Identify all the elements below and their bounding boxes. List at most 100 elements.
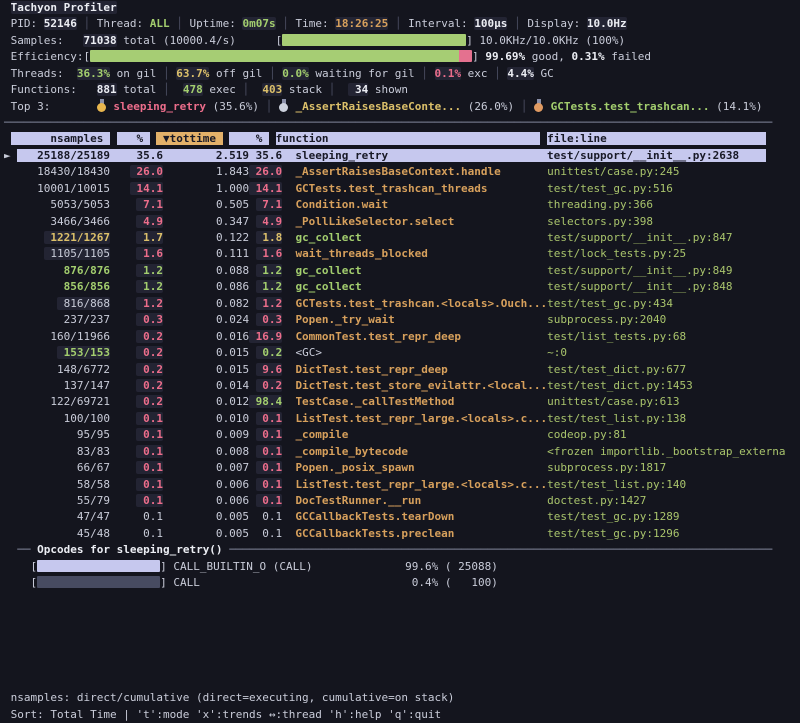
file-line-cell: test/test_dict.py:1453 — [547, 379, 693, 392]
pct-direct-cell: 0.1 — [136, 428, 163, 441]
samples-khz: 10.0KHz/10.0KHz (100%) — [479, 34, 625, 47]
opcode-bar — [37, 560, 160, 572]
table-row[interactable]: 148/6772 0.2 0.015 9.6 DictTest.test_rep… — [4, 362, 686, 378]
selected-row-text[interactable]: 25188/25189 35.6 2.519 35.6 sleeping_ret… — [17, 149, 765, 162]
function-name-cell: Condition.wait — [295, 197, 547, 213]
function-name-cell: _PollLikeSelector.select — [295, 214, 547, 230]
function-name-cell: Popen._try_wait — [295, 312, 547, 328]
table-row-selected[interactable]: ► 25188/25189 35.6 2.519 35.6 sleeping_r… — [4, 148, 766, 164]
tottime-cell: 0.006 — [163, 494, 249, 507]
table-row[interactable]: 122/69721 0.2 0.012 98.4 TestCase._callT… — [4, 394, 680, 410]
table-row[interactable]: 153/153 0.2 0.015 0.2 <GC> ~:0 — [4, 345, 567, 361]
separator-pipe: │ — [494, 67, 501, 80]
separator-pipe: │ — [507, 17, 527, 30]
file-line-cell: test/test_gc.py:1296 — [547, 527, 679, 540]
thread-value: ALL — [150, 17, 170, 30]
table-row[interactable]: 58/58 0.1 0.006 0.1 ListTest.test_repr_l… — [4, 477, 686, 493]
column-header-nsamples[interactable]: nsamples — [11, 132, 110, 145]
tottime-cell: 0.016 — [163, 330, 249, 343]
thread-stat-label: GC — [534, 67, 554, 80]
samples-bar — [282, 34, 466, 46]
keyboard-hints: Sort: Total Time | 't':mode 'x':trends ↔… — [4, 708, 441, 721]
function-name-cell: GCTests.test_trashcan.<locals>.Ouch... — [295, 296, 547, 312]
tottime-cell: 0.005 — [163, 510, 249, 523]
table-row[interactable]: 237/237 0.3 0.024 0.3 Popen._try_wait su… — [4, 312, 666, 328]
pct-direct-cell: 26.0 — [130, 165, 163, 178]
pct-cumulative-cell: 0.1 — [256, 412, 283, 425]
nsamples-cell: 18430/18430 — [17, 165, 110, 178]
file-line-cell: ~:0 — [547, 346, 567, 359]
top3-label: Top 3: — [4, 100, 97, 113]
column-header-pct-cumulative[interactable]: % — [229, 132, 269, 145]
pct-cumulative-cell: 1.6 — [256, 247, 283, 260]
table-row[interactable]: 18430/18430 26.0 1.843 26.0 _AssertRaise… — [4, 164, 680, 180]
pct-direct-cell: 1.2 — [136, 297, 163, 310]
opcode-row: [] CALL_BUILTIN_O (CALL) 99.6% ( 25088) — [4, 559, 498, 575]
table-row[interactable]: 1221/1267 1.7 0.122 1.8 gc_collect test/… — [4, 230, 733, 246]
table-row[interactable]: 3466/3466 4.9 0.347 4.9 _PollLikeSelecto… — [4, 214, 653, 230]
table-row[interactable]: 10001/10015 14.1 1.000 14.1 GCTests.test… — [4, 181, 673, 197]
separator-line: ────────────────────────────────────────… — [4, 116, 772, 129]
table-header[interactable]: nsamples % ▼tottime % function file:line — [4, 131, 766, 147]
tottime-cell: 0.122 — [163, 231, 249, 244]
file-line-cell: doctest.py:1427 — [547, 494, 646, 507]
table-row[interactable]: 47/47 0.1 0.005 0.1 GCCallbackTests.tear… — [4, 509, 680, 525]
table-row[interactable]: 45/48 0.1 0.005 0.1 GCCallbackTests.prec… — [4, 526, 680, 542]
nsamples-cell: 58/58 — [17, 478, 110, 491]
nsamples-cell: 816/868 — [57, 297, 110, 310]
table-row[interactable]: 66/67 0.1 0.007 0.1 Popen._posix_spawn s… — [4, 460, 666, 476]
opcode-pct: 0.4% ( 100) — [405, 576, 498, 589]
function-stat-value: 478 — [183, 83, 203, 96]
nsamples-cell: 153/153 — [57, 346, 110, 359]
pct-cumulative-cell: 26.0 — [249, 165, 282, 178]
efficiency-label: Efficiency: — [4, 50, 83, 63]
separator-line: ────────────────────────────────────────… — [229, 543, 772, 556]
top-functions-row: Top 3: sleeping_retry (35.6%) │ _AssertR… — [4, 99, 763, 115]
table-row[interactable]: 137/147 0.2 0.014 0.2 DictTest.test_stor… — [4, 378, 693, 394]
pct-cumulative-cell: 1.2 — [256, 280, 283, 293]
nsamples-cell: 45/48 — [17, 527, 110, 540]
table-row[interactable]: 100/100 0.1 0.010 0.1 ListTest.test_repr… — [4, 411, 686, 427]
separator-pipe: │ — [170, 17, 190, 30]
pid-label: PID: — [11, 17, 44, 30]
function-name-cell: _compile_bytecode — [295, 444, 547, 460]
column-header-tottime-sorted[interactable]: ▼tottime — [156, 132, 222, 145]
tachyon-profiler-screen: Tachyon Profiler PID: 52146 │ Thread: AL… — [0, 0, 800, 723]
pct-cumulative-cell: 0.1 — [256, 461, 283, 474]
table-row[interactable]: 55/79 0.1 0.006 0.1 DocTestRunner.__run … — [4, 493, 646, 509]
thread-stat-label: exc — [461, 67, 494, 80]
column-header-file-line[interactable]: file:line — [547, 132, 766, 145]
table-row[interactable]: 83/83 0.1 0.008 0.1 _compile_bytecode <f… — [4, 444, 786, 460]
file-line-cell: test/test_dict.py:677 — [547, 363, 686, 376]
pct-cumulative-cell: 0.3 — [256, 313, 283, 326]
bronze-medal-icon — [534, 99, 544, 112]
tottime-cell: 0.009 — [163, 428, 249, 441]
pct-direct-cell: 4.9 — [136, 215, 163, 228]
function-name-cell: ListTest.test_repr_large.<locals>.c... — [295, 477, 547, 493]
tottime-cell: 0.014 — [163, 379, 249, 392]
legend-text: nsamples: direct/cumulative (direct=exec… — [4, 691, 454, 704]
table-row[interactable]: 160/11966 0.2 0.016 16.9 CommonTest.test… — [4, 329, 686, 345]
pct-direct-cell: 1.7 — [136, 231, 163, 244]
efficiency-row: Efficiency:[] 99.69% good, 0.31% failed — [4, 49, 651, 65]
opcode-row: [] CALL 0.4% ( 100) — [4, 575, 498, 591]
column-header-function[interactable]: function — [276, 132, 541, 145]
table-row[interactable]: 5053/5053 7.1 0.505 7.1 Condition.wait t… — [4, 197, 653, 213]
table-row[interactable]: 95/95 0.1 0.009 0.1 _compile codeop.py:8… — [4, 427, 627, 443]
nsamples-cell: 1105/1105 — [44, 247, 110, 260]
pct-cumulative-cell: 0.2 — [256, 346, 283, 359]
table-row[interactable]: 1105/1105 1.6 0.111 1.6 wait_threads_blo… — [4, 246, 686, 262]
table-row[interactable]: 856/856 1.2 0.086 1.2 gc_collect test/su… — [4, 279, 733, 295]
tottime-cell: 0.082 — [163, 297, 249, 310]
nsamples-cell: 66/67 — [17, 461, 110, 474]
nsamples-cell: 160/11966 — [17, 330, 110, 343]
thread-stat-label: off gil — [209, 67, 269, 80]
pct-cumulative-cell: 98.4 — [249, 395, 282, 408]
table-row[interactable]: 876/876 1.2 0.088 1.2 gc_collect test/su… — [4, 263, 733, 279]
thread-stat-value: 4.4% — [507, 67, 534, 80]
table-row[interactable]: 816/868 1.2 0.082 1.2 GCTests.test_trash… — [4, 296, 673, 312]
app-title-bar: Tachyon Profiler — [4, 0, 117, 16]
column-header-pct-direct[interactable]: % — [117, 132, 150, 145]
bar-bracket: ] — [160, 576, 173, 589]
pct-cumulative-cell: 0.2 — [256, 379, 283, 392]
